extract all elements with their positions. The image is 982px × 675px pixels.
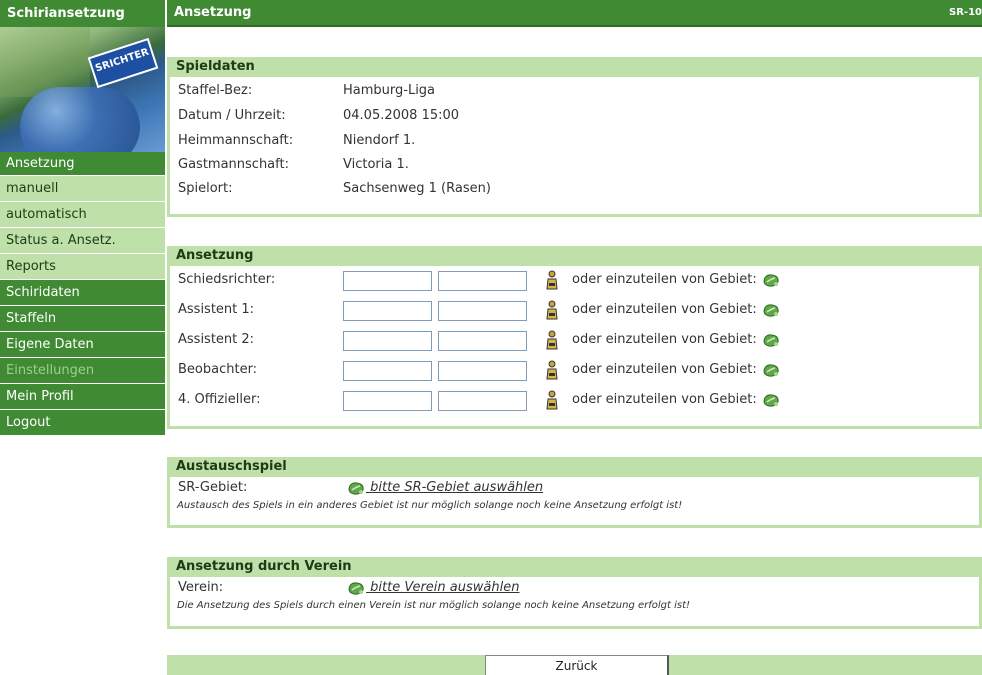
back-button[interactable]: Zurück: [485, 655, 669, 675]
area-leaf-icon[interactable]: [761, 272, 781, 288]
role-label: Assistent 1:: [178, 302, 255, 317]
sidebar-banner-image: SRICHTER: [0, 27, 165, 152]
detail-row: Heimmannschaft: Niendorf 1.: [170, 128, 979, 153]
detail-label: Spielort:: [178, 181, 233, 196]
sidebar-item-status[interactable]: Status a. Ansetz.: [0, 228, 165, 254]
person-icon[interactable]: [546, 270, 558, 290]
austausch-panel: Austauschspiel SR-Gebiet: bitte SR-Gebie…: [167, 457, 982, 528]
verein-label: Verein:: [178, 580, 224, 595]
assign-area-text: oder einzuteilen von Gebiet:: [572, 272, 757, 287]
sidebar-item-reports[interactable]: Reports: [0, 254, 165, 280]
spieldaten-title: Spieldaten: [167, 57, 982, 77]
header-code: SR-10: [949, 7, 982, 18]
observer-field-2[interactable]: [438, 361, 527, 381]
sidebar-item-schiridaten[interactable]: Schiridaten: [0, 280, 165, 306]
assignment-row: Assistent 1: oder einzuteilen von Gebiet…: [170, 296, 979, 326]
select-sr-area-link[interactable]: bitte SR-Gebiet auswählen: [346, 477, 543, 498]
exchange-row: SR-Gebiet: bitte SR-Gebiet auswählen: [170, 477, 979, 498]
app-title: Schiriansetzung: [0, 0, 165, 27]
role-label: Schiedsrichter:: [178, 272, 276, 287]
sidebar-item-staffeln[interactable]: Staffeln: [0, 306, 165, 332]
select-club-link[interactable]: bitte Verein auswählen: [346, 577, 519, 598]
assign-area-wrapper: oder einzuteilen von Gebiet:: [572, 391, 781, 409]
area-leaf-icon[interactable]: [761, 392, 781, 408]
observer-field-1[interactable]: [343, 361, 432, 381]
assign-area-text: oder einzuteilen von Gebiet:: [572, 362, 757, 377]
detail-row: Staffel-Bez: Hamburg-Liga: [170, 78, 979, 103]
sidebar-item-eigene-daten[interactable]: Eigene Daten: [0, 332, 165, 358]
assignment-row: Beobachter: oder einzuteilen von Gebiet:: [170, 356, 979, 386]
ansetzung-panel: Ansetzung Schiedsrichter: oder einzuteil…: [167, 246, 982, 429]
area-leaf-icon[interactable]: [761, 302, 781, 318]
sidebar-item-manuell[interactable]: manuell: [0, 176, 165, 202]
person-icon[interactable]: [546, 300, 558, 320]
assignment-row: 4. Offizieller: oder einzuteilen von Geb…: [170, 386, 979, 416]
assistant2-field-1[interactable]: [343, 331, 432, 351]
assignment-row: Assistent 2: oder einzuteilen von Gebiet…: [170, 326, 979, 356]
assign-area-wrapper: oder einzuteilen von Gebiet:: [572, 301, 781, 319]
sidebar-item-logout[interactable]: Logout: [0, 410, 165, 436]
assign-area-wrapper: oder einzuteilen von Gebiet:: [572, 331, 781, 349]
detail-label: Datum / Uhrzeit:: [178, 108, 286, 123]
select-club-link-text: bitte Verein auswählen: [366, 580, 520, 595]
ansetzung-title: Ansetzung: [167, 246, 982, 266]
austausch-title: Austauschspiel: [167, 457, 982, 477]
austausch-note: Austausch des Spiels in ein anderes Gebi…: [177, 500, 683, 511]
select-sr-area-link-text: bitte SR-Gebiet auswählen: [366, 480, 544, 495]
area-leaf-icon: [348, 481, 364, 495]
detail-row: Gastmannschaft: Victoria 1.: [170, 153, 979, 176]
sidebar-item-automatisch[interactable]: automatisch: [0, 202, 165, 228]
footer-bar: Zurück: [167, 655, 982, 675]
assistant2-field-2[interactable]: [438, 331, 527, 351]
role-label: 4. Offizieller:: [178, 392, 261, 407]
detail-value: Hamburg-Liga: [343, 83, 436, 98]
detail-row: Datum / Uhrzeit: 04.05.2008 15:00: [170, 103, 979, 128]
detail-row: Spielort: Sachsenweg 1 (Rasen): [170, 176, 979, 201]
verein-title: Ansetzung durch Verein: [167, 557, 982, 577]
assistant1-field-2[interactable]: [438, 301, 527, 321]
assign-area-text: oder einzuteilen von Gebiet:: [572, 302, 757, 317]
spieldaten-panel: Spieldaten Staffel-Bez: Hamburg-Liga Dat…: [167, 57, 982, 217]
person-icon[interactable]: [546, 390, 558, 410]
fourth-official-field-1[interactable]: [343, 391, 432, 411]
role-label: Assistent 2:: [178, 332, 255, 347]
page-title: Ansetzung: [174, 5, 252, 20]
sidebar-item-ansetzung[interactable]: Ansetzung: [0, 152, 165, 176]
area-leaf-icon: [348, 581, 364, 595]
assign-area-wrapper: oder einzuteilen von Gebiet:: [572, 271, 781, 289]
banner-card: SRICHTER: [87, 37, 159, 89]
assign-area-wrapper: oder einzuteilen von Gebiet:: [572, 361, 781, 379]
sidebar: Schiriansetzung SRICHTER Ansetzung manue…: [0, 0, 165, 675]
detail-value: Niendorf 1.: [343, 133, 416, 148]
role-label: Beobachter:: [178, 362, 258, 377]
sidebar-item-einstellungen: Einstellungen: [0, 358, 165, 384]
person-icon[interactable]: [546, 330, 558, 350]
referee-field-2[interactable]: [438, 271, 527, 291]
sr-gebiet-label: SR-Gebiet:: [178, 480, 248, 495]
detail-value: 04.05.2008 15:00: [343, 108, 460, 123]
verein-note: Die Ansetzung des Spiels durch einen Ver…: [177, 600, 691, 611]
banner-ball: [20, 87, 140, 152]
assistant1-field-1[interactable]: [343, 301, 432, 321]
referee-field-1[interactable]: [343, 271, 432, 291]
detail-label: Staffel-Bez:: [178, 83, 253, 98]
sidebar-item-mein-profil[interactable]: Mein Profil: [0, 384, 165, 410]
detail-label: Gastmannschaft:: [178, 157, 289, 172]
page-header: Ansetzung SR-10: [167, 0, 982, 27]
detail-label: Heimmannschaft:: [178, 133, 294, 148]
verein-row: Verein: bitte Verein auswählen: [170, 577, 979, 598]
fourth-official-field-2[interactable]: [438, 391, 527, 411]
assign-area-text: oder einzuteilen von Gebiet:: [572, 392, 757, 407]
verein-panel: Ansetzung durch Verein Verein: bitte Ver…: [167, 557, 982, 629]
area-leaf-icon[interactable]: [761, 362, 781, 378]
assign-area-text: oder einzuteilen von Gebiet:: [572, 332, 757, 347]
detail-value: Victoria 1.: [343, 157, 409, 172]
assignment-row: Schiedsrichter: oder einzuteilen von Geb…: [170, 266, 979, 296]
detail-value: Sachsenweg 1 (Rasen): [343, 181, 491, 196]
person-icon[interactable]: [546, 360, 558, 380]
area-leaf-icon[interactable]: [761, 332, 781, 348]
